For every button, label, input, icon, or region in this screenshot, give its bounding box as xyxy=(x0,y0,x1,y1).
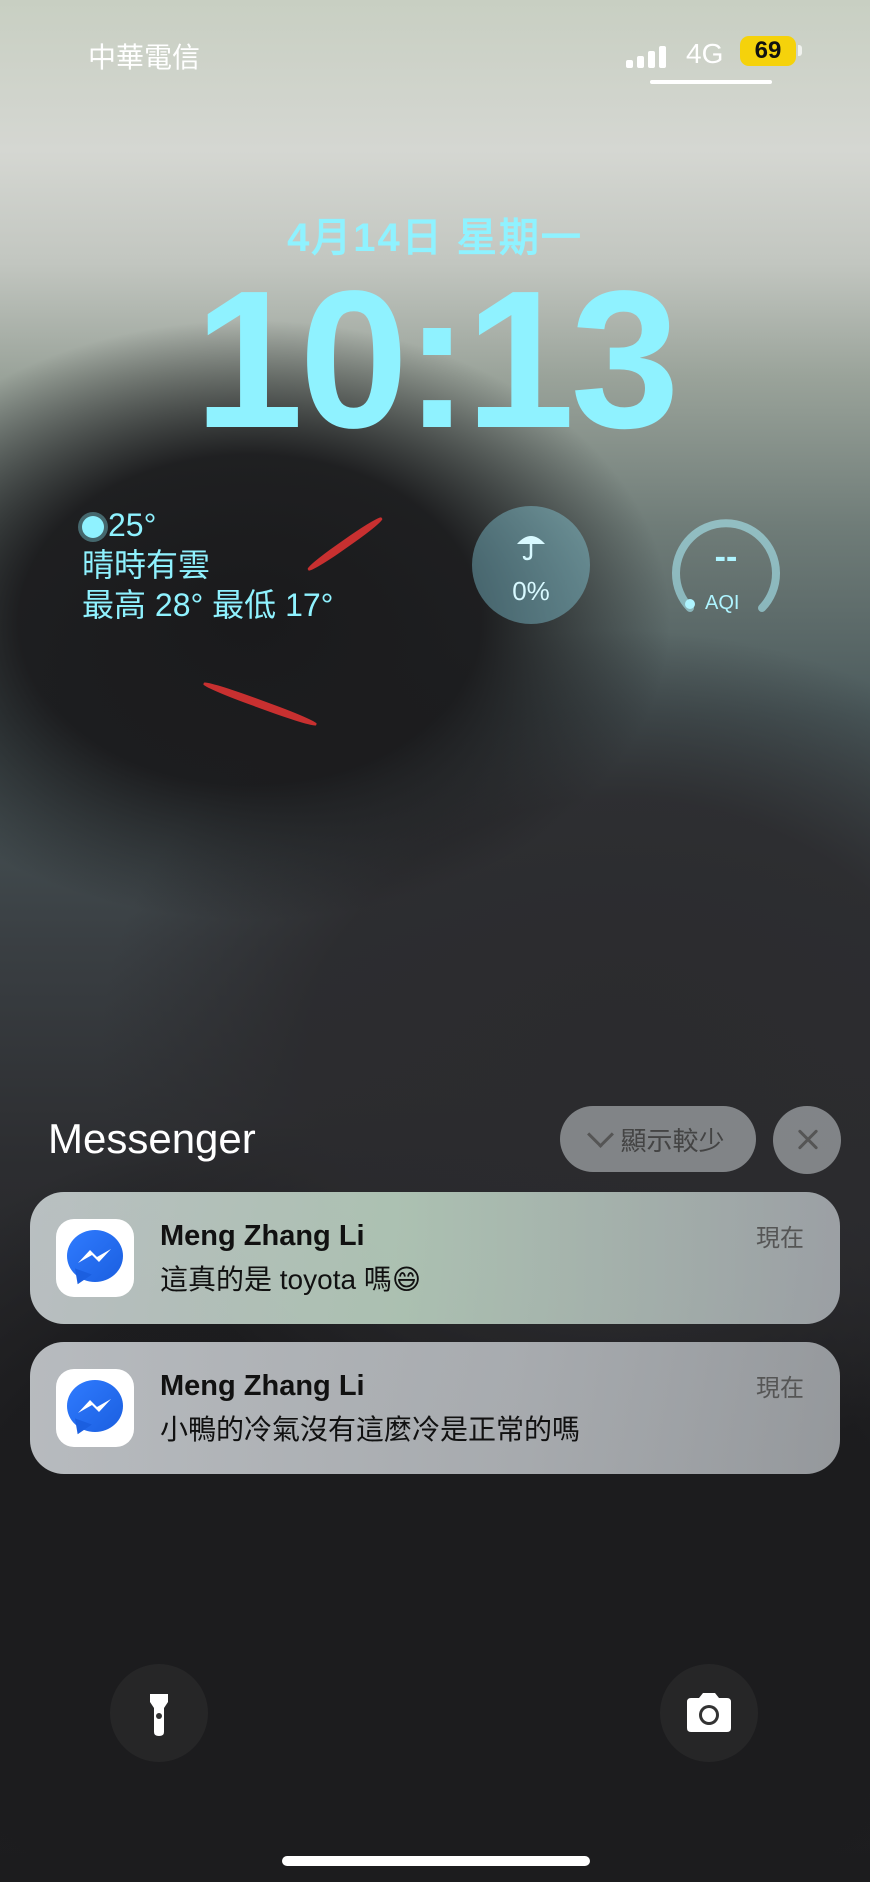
show-less-button[interactable]: 顯示較少 xyxy=(560,1106,756,1172)
weather-widget[interactable]: 25° 晴時有雲 最高 28° 最低 17° xyxy=(82,505,333,625)
battery-icon: 69 xyxy=(740,36,796,66)
lock-time: 10:13 xyxy=(194,250,679,469)
show-less-label: 顯示較少 xyxy=(620,1125,725,1156)
notification-time: 現在 xyxy=(756,1225,804,1252)
weather-condition: 晴時有雲 xyxy=(82,547,211,583)
notification-group-title: Messenger xyxy=(48,1115,256,1162)
chevron-down-icon xyxy=(587,1120,615,1148)
umbrella-icon xyxy=(517,536,545,561)
wallpaper-accent xyxy=(202,679,318,729)
camera-icon xyxy=(687,1693,731,1732)
notification-card[interactable]: Meng Zhang Li 這真的是 toyota 嗎😄 現在 xyxy=(30,1192,840,1324)
messenger-icon xyxy=(56,1369,134,1447)
notification-message: 小鴨的冷氣沒有這麼冷是正常的嗎 xyxy=(160,1414,581,1445)
messenger-icon xyxy=(56,1219,134,1297)
status-bar: 中華電信 4G 69 xyxy=(0,34,870,74)
flashlight-icon xyxy=(150,1694,168,1736)
sun-icon xyxy=(82,516,104,538)
notification-sender: Meng Zhang Li xyxy=(160,1220,365,1252)
aqi-value: -- xyxy=(714,538,738,576)
clear-notifications-button[interactable] xyxy=(773,1106,841,1174)
control-center-indicator[interactable] xyxy=(650,80,772,84)
aqi-widget[interactable]: -- AQI xyxy=(665,506,787,628)
aqi-indicator-dot xyxy=(685,599,695,609)
battery-cap xyxy=(798,45,802,56)
signal-icon xyxy=(626,44,666,68)
weather-temperature: 25° xyxy=(108,507,157,543)
carrier-label: 中華電信 xyxy=(88,42,201,73)
rain-widget[interactable]: 0% xyxy=(472,506,590,624)
lock-screen: 中華電信 4G 69 4月14日 星期一 10:13 25° 晴時有雲 最高 2… xyxy=(0,0,870,1882)
notification-card[interactable]: Meng Zhang Li 小鴨的冷氣沒有這麼冷是正常的嗎 現在 xyxy=(30,1342,840,1474)
home-indicator[interactable] xyxy=(282,1856,590,1866)
aqi-label: AQI xyxy=(705,592,740,614)
notification-sender: Meng Zhang Li xyxy=(160,1370,365,1402)
weather-high-low: 最高 28° 最低 17° xyxy=(82,587,334,623)
notification-time: 現在 xyxy=(756,1375,804,1402)
rain-chance: 0% xyxy=(512,576,550,606)
camera-button[interactable] xyxy=(660,1664,758,1762)
flashlight-button[interactable] xyxy=(110,1664,208,1762)
notification-message: 這真的是 toyota 嗎😄 xyxy=(160,1264,422,1295)
network-label: 4G xyxy=(686,38,724,69)
